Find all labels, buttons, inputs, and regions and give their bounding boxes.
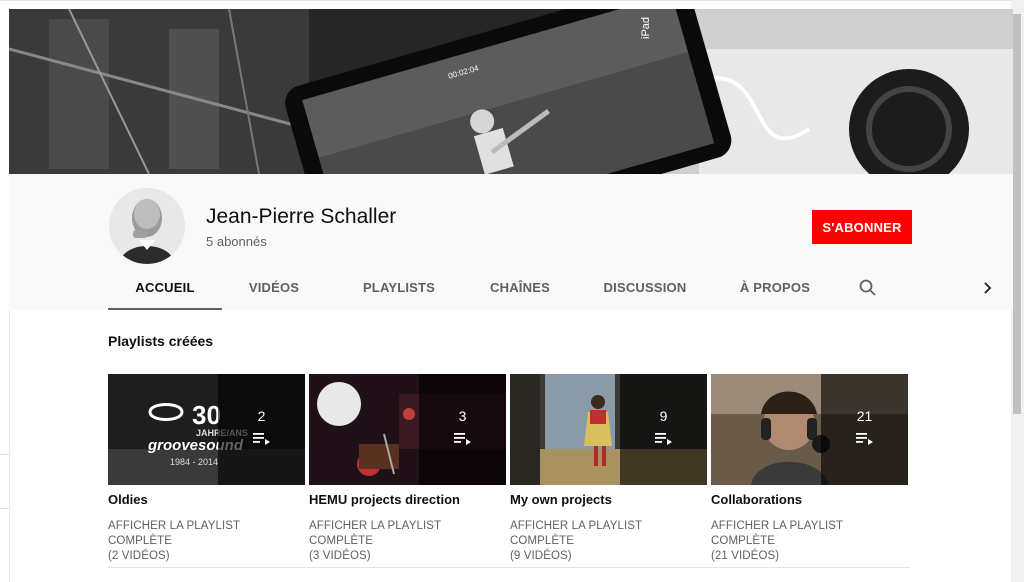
- playlist-video-count: 21: [856, 408, 873, 424]
- section-title: Playlists créées: [108, 333, 214, 349]
- playlist-play-icon: [655, 433, 672, 445]
- banner-ipad-label: iPad: [640, 17, 652, 39]
- tab-chaines[interactable]: CHAÎNES: [470, 268, 570, 308]
- playlist-thumbnail[interactable]: 30 JAHRE/ANS groovesound 1984 - 2014 2: [108, 374, 305, 485]
- thumb-line3: 1984 - 2014: [170, 457, 218, 467]
- playlist-count-overlay: 9: [620, 374, 707, 485]
- playlist-play-icon: [856, 433, 873, 445]
- view-full-playlist-label[interactable]: AFFICHER LA PLAYLIST COMPLÈTE: [510, 520, 642, 547]
- thumb-big-number: 30: [192, 400, 221, 430]
- subscribe-button[interactable]: S'ABONNER: [812, 210, 912, 244]
- playlist-video-count: 3: [458, 408, 467, 424]
- channel-banner: 00:02:04 iPad: [9, 9, 1013, 174]
- playlist-video-total: (2 VIDÉOS): [108, 550, 170, 562]
- view-full-playlist-label[interactable]: AFFICHER LA PLAYLIST COMPLÈTE: [309, 520, 441, 547]
- playlist-video-count: 2: [257, 408, 266, 424]
- avatar[interactable]: [109, 188, 185, 264]
- playlist-title[interactable]: Collaborations: [711, 492, 908, 507]
- view-full-playlist-label[interactable]: AFFICHER LA PLAYLIST COMPLÈTE: [108, 520, 240, 547]
- playlist-video-total: (3 VIDÉOS): [309, 550, 371, 562]
- tab-accueil[interactable]: ACCUEIL: [108, 268, 222, 310]
- chevron-right-icon[interactable]: [978, 278, 998, 298]
- playlist-video-total: (9 VIDÉOS): [510, 550, 572, 562]
- tab-playlists[interactable]: PLAYLISTS: [344, 268, 454, 308]
- playlist-thumbnail[interactable]: 21: [711, 374, 908, 485]
- scrollbar-thumb[interactable]: [1013, 14, 1021, 414]
- playlist-count-overlay: 3: [419, 374, 506, 485]
- playlist-title[interactable]: My own projects: [510, 492, 707, 507]
- playlist-thumbnail[interactable]: 3: [309, 374, 506, 485]
- playlist-card[interactable]: 3 HEMU projects direction AFFICHER LA PL…: [309, 374, 506, 564]
- tab-discussion[interactable]: DISCUSSION: [588, 268, 702, 308]
- playlist-title[interactable]: HEMU projects direction: [309, 492, 506, 507]
- playlist-count-overlay: 2: [218, 374, 305, 485]
- view-full-playlist-label[interactable]: AFFICHER LA PLAYLIST COMPLÈTE: [711, 520, 843, 547]
- view-full-playlist-link[interactable]: AFFICHER LA PLAYLIST COMPLÈTE (9 VIDÉOS): [510, 519, 707, 564]
- playlist-count-overlay: 21: [821, 374, 908, 485]
- channel-name: Jean-Pierre Schaller: [206, 205, 397, 228]
- playlist-card[interactable]: 21 Collaborations AFFICHER LA PLAYLIST C…: [711, 374, 908, 564]
- tab-a-propos[interactable]: À PROPOS: [722, 268, 828, 308]
- playlist-card[interactable]: 9 My own projects AFFICHER LA PLAYLIST C…: [510, 374, 707, 564]
- search-icon[interactable]: [858, 278, 878, 298]
- playlist-video-count: 9: [659, 408, 668, 424]
- view-full-playlist-link[interactable]: AFFICHER LA PLAYLIST COMPLÈTE (3 VIDÉOS): [309, 519, 506, 564]
- playlist-title[interactable]: Oldies: [108, 492, 305, 507]
- playlist-card[interactable]: 30 JAHRE/ANS groovesound 1984 - 2014 2 O…: [108, 374, 305, 564]
- playlist-play-icon: [454, 433, 471, 445]
- subscriber-count: 5 abonnés: [206, 234, 267, 249]
- view-full-playlist-link[interactable]: AFFICHER LA PLAYLIST COMPLÈTE (2 VIDÉOS): [108, 519, 305, 564]
- playlist-video-total: (21 VIDÉOS): [711, 550, 780, 562]
- playlist-play-icon: [253, 433, 270, 445]
- top-edge: [0, 0, 1024, 1]
- section-divider: [108, 567, 910, 568]
- left-divider: [0, 454, 9, 455]
- view-full-playlist-link[interactable]: AFFICHER LA PLAYLIST COMPLÈTE (21 VIDÉOS): [711, 519, 908, 564]
- playlist-thumbnail[interactable]: 9: [510, 374, 707, 485]
- left-divider: [0, 508, 9, 509]
- tab-videos[interactable]: VIDÉOS: [226, 268, 322, 308]
- channel-header: Jean-Pierre Schaller 5 abonnés S'ABONNER…: [9, 174, 1013, 310]
